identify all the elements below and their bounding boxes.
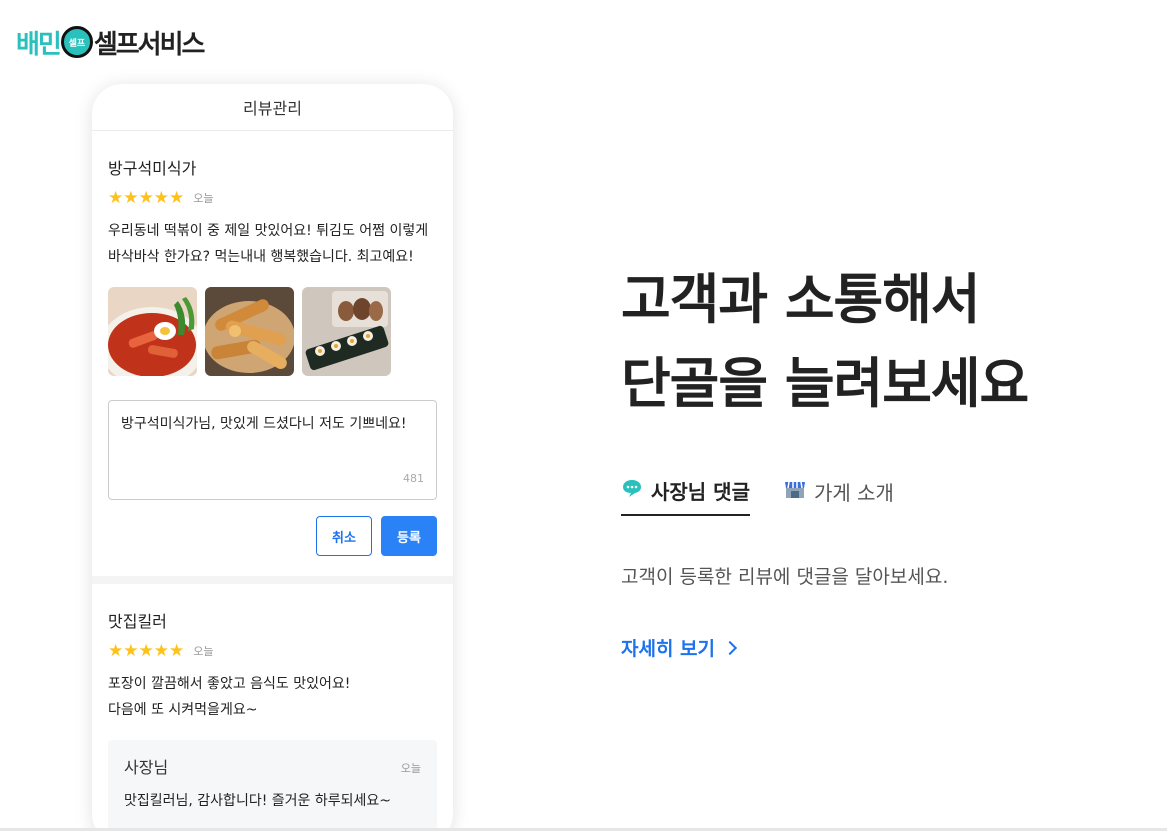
headline-line-1: 고객과 소통해서 xyxy=(621,268,981,331)
star-rating-icon: ★★★★★ xyxy=(108,188,185,208)
review-card: 맛집킬러 ★★★★★ 오늘 포장이 깔끔해서 좋았고 음식도 맛있어요! 다음에… xyxy=(92,608,453,723)
review-date: 오늘 xyxy=(193,192,214,205)
owner-reply-text: 맛집킬러님, 감사합니다! 즐거운 하루되세요~ xyxy=(124,793,391,809)
gimbap-photo[interactable] xyxy=(302,287,391,376)
feature-tabs: 사장님 댓글 가게 소개 xyxy=(621,466,894,516)
logo-text-selfservice: 셀프서비스 xyxy=(93,29,206,60)
rating-row: ★★★★★ 오늘 xyxy=(108,188,437,208)
tab-store-intro[interactable]: 가게 소개 xyxy=(784,466,894,516)
fried-food-photo[interactable] xyxy=(205,287,294,376)
review-card: 방구석미식가 ★★★★★ 오늘 우리동네 떡볶이 중 제일 맛있어요! 튀김도 … xyxy=(92,155,453,556)
feature-description: 고객이 등록한 리뷰에 댓글을 달아보세요. xyxy=(621,566,949,588)
page: 배민 셀프 셀프서비스 리뷰관리 방구석미식가 ★★★★★ 오늘 우리동네 떡볶… xyxy=(0,0,1167,831)
phone-mockup: 리뷰관리 방구석미식가 ★★★★★ 오늘 우리동네 떡볶이 중 제일 맛있어요!… xyxy=(92,84,453,831)
owner-reply-name: 사장님 xyxy=(124,758,169,777)
review-text: 포장이 깔끔해서 좋았고 음식도 맛있어요! 다음에 또 시켜먹을게요~ xyxy=(108,676,351,718)
tab-label: 사장님 댓글 xyxy=(651,479,750,504)
cancel-button[interactable]: 취소 xyxy=(316,516,372,556)
reply-button-row: 취소 등록 xyxy=(108,516,437,556)
reviewer-name: 방구석미식가 xyxy=(108,159,197,178)
tab-owner-reply[interactable]: 사장님 댓글 xyxy=(621,466,750,516)
reply-text-value[interactable]: 방구석미식가님, 맛있게 드셨다니 저도 기쁘네요! xyxy=(121,413,424,433)
logo-text-baemin: 배민 xyxy=(16,29,62,60)
page-title: 고객과 소통해서 단골을 늘려보세요 xyxy=(621,258,1029,426)
store-icon xyxy=(784,479,806,504)
phone-header-title: 리뷰관리 xyxy=(92,84,453,131)
tab-label: 가게 소개 xyxy=(813,480,894,505)
review-divider xyxy=(92,576,453,584)
logo[interactable]: 배민 셀프 셀프서비스 xyxy=(16,22,206,62)
review-photos xyxy=(108,287,437,376)
owner-reply: 사장님 오늘 맛집킬러님, 감사합니다! 즐거운 하루되세요~ xyxy=(108,740,437,830)
headline-line-2: 단골을 늘려보세요 xyxy=(621,352,1029,415)
char-counter: 481 xyxy=(403,472,424,485)
review-text: 우리동네 떡볶이 중 제일 맛있어요! 튀김도 어쩜 이렇게 바삭바삭 한가요?… xyxy=(108,223,429,265)
more-link[interactable]: 자세히 보기 xyxy=(621,634,738,661)
logo-badge-icon: 셀프 xyxy=(60,26,93,58)
reply-textarea[interactable]: 방구석미식가님, 맛있게 드셨다니 저도 기쁘네요! 481 xyxy=(108,400,437,500)
more-link-label: 자세히 보기 xyxy=(621,638,716,660)
tteokbokki-photo[interactable] xyxy=(108,287,197,376)
review-date: 오늘 xyxy=(193,645,214,658)
star-rating-icon: ★★★★★ xyxy=(108,641,185,661)
rating-row: ★★★★★ 오늘 xyxy=(108,641,437,661)
speech-bubble-icon xyxy=(621,478,643,503)
submit-button[interactable]: 등록 xyxy=(381,516,437,556)
chevron-right-icon xyxy=(722,640,738,655)
reviewer-name: 맛집킬러 xyxy=(108,612,167,631)
owner-reply-date: 오늘 xyxy=(400,762,421,775)
